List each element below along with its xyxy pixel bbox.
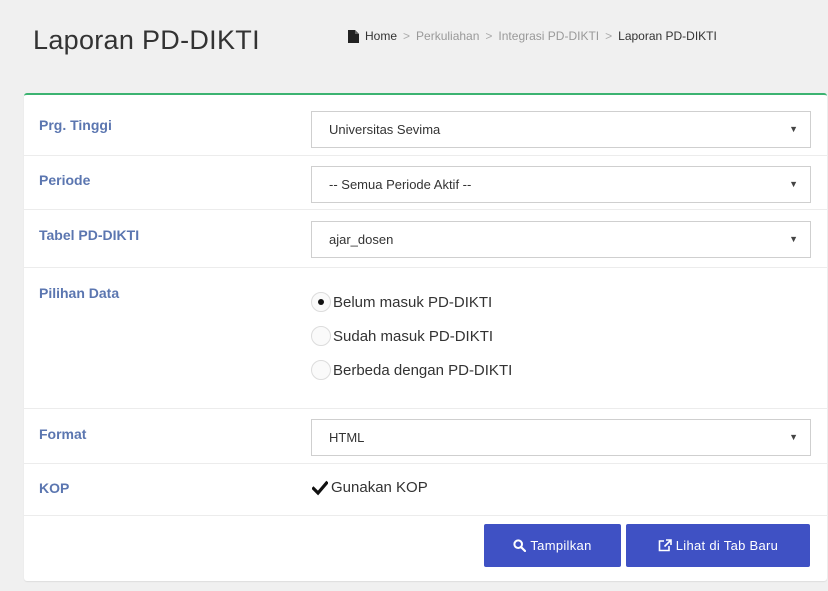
radio-option-sudah[interactable]: Sudah masuk PD-DIKTI [311, 326, 493, 346]
periode-label: Periode [39, 172, 91, 188]
breadcrumb-separator: > [403, 29, 411, 43]
chevron-down-icon: ▼ [789, 179, 798, 189]
form-row-pilihan-data: Pilihan Data Belum masuk PD-DIKTI Sudah … [24, 268, 827, 409]
radio-option-label: Sudah masuk PD-DIKTI [333, 327, 494, 345]
form-row-format: Format HTML ▼ [24, 409, 827, 464]
perguruan-tinggi-value: Universitas Sevima [329, 122, 441, 137]
breadcrumb-current: Laporan PD-DIKTI [618, 29, 717, 43]
pilihan-data-label: Pilihan Data [39, 285, 120, 301]
radio-button[interactable] [311, 292, 331, 312]
tabel-label: Tabel PD-DIKTI [39, 227, 140, 243]
radio-option-label: Belum masuk PD-DIKTI [333, 293, 493, 311]
radio-option-berbeda[interactable]: Berbeda dengan PD-DIKTI [311, 360, 512, 380]
perguruan-tinggi-label: Prg. Tinggi [39, 117, 112, 133]
breadcrumb: Home > Perkuliahan > Integrasi PD-DIKTI … [348, 29, 717, 43]
form-row-perguruan-tinggi: Prg. Tinggi Universitas Sevima ▼ [24, 95, 827, 156]
chevron-down-icon: ▼ [789, 432, 798, 442]
breadcrumb-perkuliahan-link[interactable]: Perkuliahan [416, 29, 479, 43]
kop-checkbox-label: Gunakan KOP [331, 479, 428, 496]
document-icon [348, 29, 359, 43]
kop-checkbox-field[interactable]: Gunakan KOP [312, 479, 428, 496]
radio-option-belum[interactable]: Belum masuk PD-DIKTI [311, 292, 492, 312]
breadcrumb-home-link[interactable]: Home [365, 29, 397, 43]
format-label: Format [39, 426, 87, 442]
form-row-tabel: Tabel PD-DIKTI ajar_dosen ▼ [24, 210, 827, 268]
chevron-down-icon: ▼ [789, 234, 798, 244]
periode-value: -- Semua Periode Aktif -- [329, 177, 472, 192]
form-row-periode: Periode -- Semua Periode Aktif -- ▼ [24, 156, 827, 210]
chevron-down-icon: ▼ [789, 124, 798, 134]
format-select[interactable]: HTML ▼ [311, 419, 811, 456]
page-title: Laporan PD-DIKTI [33, 25, 260, 55]
tabel-select[interactable]: ajar_dosen ▼ [311, 221, 811, 258]
search-icon [513, 539, 527, 552]
breadcrumb-integrasi-link[interactable]: Integrasi PD-DIKTI [498, 29, 599, 43]
checkbox-checked-icon[interactable] [312, 480, 328, 496]
tampilkan-button[interactable]: Tampilkan [484, 524, 621, 567]
lihat-tab-baru-label: Lihat di Tab Baru [675, 538, 779, 553]
external-link-icon [658, 539, 672, 552]
page: Laporan PD-DIKTI Home > Perkuliahan > In… [0, 0, 828, 591]
breadcrumb-separator: > [605, 29, 613, 43]
form-row-kop: KOP Gunakan KOP [24, 464, 827, 516]
report-form-panel: Prg. Tinggi Universitas Sevima ▼ Periode… [24, 93, 827, 581]
kop-label: KOP [39, 480, 70, 496]
tabel-value: ajar_dosen [329, 232, 394, 247]
perguruan-tinggi-select[interactable]: Universitas Sevima ▼ [311, 111, 811, 148]
periode-select[interactable]: -- Semua Periode Aktif -- ▼ [311, 166, 811, 203]
radio-button[interactable] [311, 360, 331, 380]
lihat-tab-baru-button[interactable]: Lihat di Tab Baru [626, 524, 810, 567]
radio-button[interactable] [311, 326, 331, 346]
format-value: HTML [329, 430, 365, 445]
radio-selected-dot [318, 299, 324, 305]
radio-option-label: Berbeda dengan PD-DIKTI [333, 361, 513, 379]
tampilkan-label: Tampilkan [530, 538, 592, 553]
breadcrumb-separator: > [485, 29, 493, 43]
